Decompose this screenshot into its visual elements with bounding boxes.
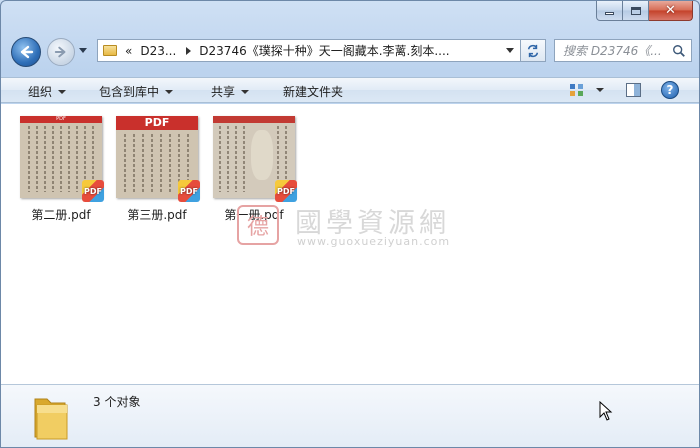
include-library-label: 包含到库中 <box>99 85 160 99</box>
close-icon: ✕ <box>665 3 676 18</box>
minimize-icon <box>605 12 614 15</box>
refresh-button[interactable] <box>521 39 546 62</box>
share-label: 共享 <box>211 85 236 99</box>
view-icon[interactable] <box>569 83 585 97</box>
search-placeholder: 搜索 D23746《... <box>563 44 662 58</box>
pdf-band: PDF <box>20 116 102 123</box>
file-name[interactable]: 第二册.pdf <box>15 206 107 223</box>
pdf-thumbnail: PDF PDF <box>20 116 104 202</box>
folder-icon <box>34 398 68 440</box>
navigation-bar: « D23... D23746《璞探十种》天一阁藏本.李蓠.刻本.... 搜索 … <box>1 31 699 71</box>
mouse-cursor-icon <box>599 401 613 421</box>
pdf-band <box>213 116 295 123</box>
address-chevrons[interactable]: « <box>125 44 132 58</box>
breadcrumb-segment-1[interactable]: D23... <box>140 44 176 58</box>
back-arrow-icon <box>20 45 34 59</box>
item-count: 3 个对象 <box>93 395 141 409</box>
new-folder-label: 新建文件夹 <box>283 85 344 99</box>
search-icon <box>673 45 685 57</box>
preview-pane-icon[interactable] <box>626 83 641 97</box>
command-bar: 组织 包含到库中 共享 新建文件夹 ? <box>1 77 699 103</box>
help-icon[interactable]: ? <box>661 81 679 99</box>
pdf-badge-icon: PDF <box>82 180 104 202</box>
pdf-badge-icon: PDF <box>178 180 200 202</box>
maximize-icon <box>630 6 641 15</box>
organize-button[interactable]: 组织 <box>28 83 67 100</box>
refresh-icon <box>527 44 539 57</box>
pdf-thumbnail: PDF PDF <box>116 116 200 202</box>
new-folder-button[interactable]: 新建文件夹 <box>283 83 343 100</box>
share-button[interactable]: 共享 <box>211 83 250 100</box>
pdf-thumbnail: PDF <box>213 116 297 202</box>
forward-button[interactable] <box>47 38 75 66</box>
chevron-down-icon <box>58 89 67 94</box>
file-item[interactable]: PDF PDF 第三册.pdf <box>111 116 203 223</box>
forward-arrow-icon <box>54 46 66 58</box>
address-bar[interactable]: « D23... D23746《璞探十种》天一阁藏本.李蓠.刻本.... <box>97 39 521 62</box>
chevron-down-icon <box>165 89 174 94</box>
view-options-dropdown[interactable] <box>596 88 604 92</box>
breadcrumb-separator-icon[interactable] <box>186 46 192 55</box>
organize-label: 组织 <box>28 85 53 99</box>
maximize-button[interactable] <box>623 1 649 21</box>
back-button[interactable] <box>11 37 41 67</box>
watermark-seal: 德 <box>237 205 279 245</box>
file-list: PDF PDF 第二册.pdf PDF PDF 第三册.pdf PDF 第一册.… <box>1 104 699 384</box>
recent-pages-dropdown[interactable] <box>79 48 87 53</box>
search-input[interactable]: 搜索 D23746《... <box>554 39 692 62</box>
include-in-library-button[interactable]: 包含到库中 <box>99 83 174 100</box>
breadcrumb-segment-2[interactable]: D23746《璞探十种》天一阁藏本.李蓠.刻本.... <box>199 42 449 59</box>
close-button[interactable]: ✕ <box>649 1 693 21</box>
caption-buttons: ✕ <box>596 1 693 21</box>
pdf-badge-icon: PDF <box>275 180 297 202</box>
chevron-down-icon <box>241 89 250 94</box>
minimize-button[interactable] <box>596 1 623 21</box>
details-pane: 3 个对象 <box>1 384 699 447</box>
address-dropdown-icon[interactable] <box>506 48 514 53</box>
watermark: 德 國學資源網 www.guoxueziyuan.com <box>237 201 497 251</box>
file-name[interactable]: 第三册.pdf <box>111 206 203 223</box>
explorer-window: ✕ « D23... D23746《璞探十种》天一阁藏本.李蓠.刻本.... 搜… <box>0 0 700 448</box>
pdf-band: PDF <box>116 116 198 130</box>
folder-icon <box>103 45 117 56</box>
file-item[interactable]: PDF PDF 第二册.pdf <box>15 116 107 223</box>
watermark-url: www.guoxueziyuan.com <box>297 235 451 248</box>
